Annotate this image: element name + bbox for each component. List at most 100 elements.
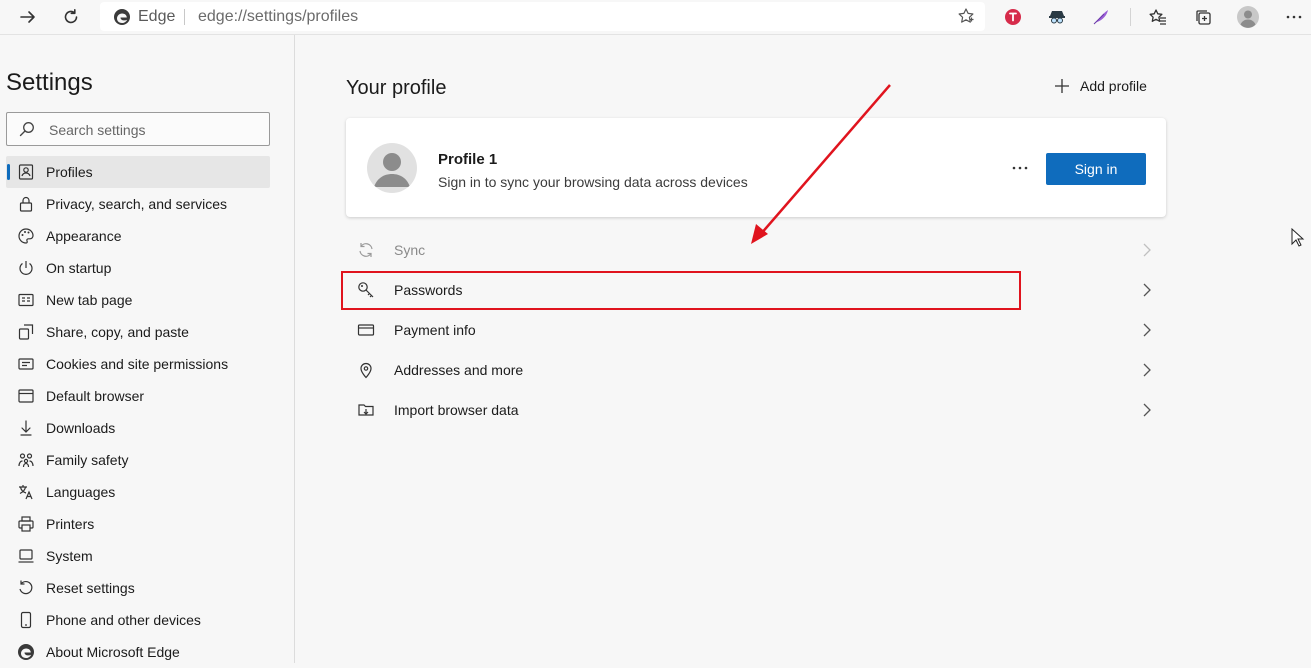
sidebar-item-reset-settings[interactable]: Reset settings bbox=[6, 572, 270, 604]
profile-more-button[interactable] bbox=[1008, 156, 1032, 180]
search-settings-input[interactable] bbox=[47, 119, 261, 141]
page-title: Your profile bbox=[346, 77, 447, 99]
row-import-browser-data[interactable]: Import browser data bbox=[346, 390, 1166, 430]
favorite-star-icon[interactable] bbox=[957, 7, 975, 25]
profile-settings-list: Sync Passwords Payment info Addresses an… bbox=[346, 230, 1166, 430]
avatar bbox=[367, 143, 417, 193]
sidebar-item-share-copy-paste[interactable]: Share, copy, and paste bbox=[6, 316, 270, 348]
chevron-right-icon bbox=[1143, 363, 1151, 377]
row-label: Addresses and more bbox=[394, 362, 524, 378]
more-horizontal-icon bbox=[1286, 15, 1302, 19]
sidebar-item-default-browser[interactable]: Default browser bbox=[6, 380, 270, 412]
extension-feather-button[interactable] bbox=[1087, 4, 1115, 30]
sidebar-item-profiles[interactable]: Profiles bbox=[6, 156, 270, 188]
location-pin-icon bbox=[360, 362, 372, 379]
sidebar-item-cookies[interactable]: Cookies and site permissions bbox=[6, 348, 270, 380]
cookies-icon bbox=[18, 358, 34, 370]
favorites-button[interactable] bbox=[1144, 4, 1172, 30]
chevron-right-icon bbox=[1143, 243, 1151, 257]
sidebar-item-label: Profiles bbox=[46, 164, 93, 180]
sidebar-item-label: Privacy, search, and services bbox=[46, 196, 228, 212]
row-addresses[interactable]: Addresses and more bbox=[346, 350, 1166, 390]
profile-button[interactable] bbox=[1234, 4, 1262, 30]
profile-subtitle: Sign in to sync your browsing data acros… bbox=[438, 174, 748, 190]
chevron-right-icon bbox=[1143, 403, 1151, 417]
phone-icon bbox=[20, 611, 32, 629]
address-url: edge://settings/profiles bbox=[198, 8, 359, 25]
sidebar-item-label: Phone and other devices bbox=[46, 612, 201, 628]
favorites-icon bbox=[1149, 9, 1166, 25]
sidebar-item-label: Family safety bbox=[46, 452, 129, 468]
sidebar-item-label: Appearance bbox=[46, 228, 122, 244]
address-app-name: Edge bbox=[138, 8, 176, 25]
sidebar-item-label: Share, copy, and paste bbox=[46, 324, 189, 340]
add-profile-label: Add profile bbox=[1080, 78, 1147, 94]
collections-icon bbox=[1196, 10, 1211, 25]
sidebar-item-label: Cookies and site permissions bbox=[46, 356, 229, 372]
sidebar-item-downloads[interactable]: Downloads bbox=[6, 412, 270, 444]
row-label: Sync bbox=[394, 242, 426, 258]
lock-icon bbox=[19, 196, 33, 212]
passwords-highlight-box bbox=[341, 271, 1021, 310]
system-icon bbox=[18, 549, 34, 563]
chevron-right-icon bbox=[1143, 283, 1151, 297]
sidebar-item-label: Default browser bbox=[46, 388, 145, 404]
sign-in-button[interactable]: Sign in bbox=[1046, 153, 1146, 185]
arrow-right-icon bbox=[20, 11, 35, 23]
plus-icon bbox=[1055, 79, 1069, 93]
sidebar-item-about-edge[interactable]: About Microsoft Edge bbox=[6, 636, 270, 668]
new-tab-icon bbox=[18, 293, 34, 307]
sidebar-item-system[interactable]: System bbox=[6, 540, 270, 572]
main-content: Your profile Add profile Profile 1 Sign … bbox=[296, 35, 1311, 663]
edge-icon bbox=[18, 644, 34, 660]
extension-red-icon bbox=[1005, 9, 1021, 25]
sidebar-item-phone-devices[interactable]: Phone and other devices bbox=[6, 604, 270, 636]
add-profile-button[interactable]: Add profile bbox=[1054, 76, 1147, 96]
sidebar-item-on-startup[interactable]: On startup bbox=[6, 252, 270, 284]
collections-button[interactable] bbox=[1189, 4, 1217, 30]
settings-nav: Profiles Privacy, search, and services A… bbox=[6, 156, 270, 668]
sidebar-item-label: About Microsoft Edge bbox=[46, 644, 180, 660]
feather-icon bbox=[1093, 10, 1108, 25]
browser-icon bbox=[18, 389, 34, 403]
sidebar-item-languages[interactable]: Languages bbox=[6, 476, 270, 508]
search-icon bbox=[19, 122, 34, 137]
sidebar-item-label: Reset settings bbox=[46, 580, 135, 596]
mouse-cursor-icon bbox=[1291, 228, 1305, 247]
profile-card: Profile 1 Sign in to sync your browsing … bbox=[346, 118, 1166, 217]
search-settings-box[interactable] bbox=[6, 112, 270, 146]
sidebar-item-label: System bbox=[46, 548, 93, 564]
palette-icon bbox=[18, 228, 34, 244]
sidebar-item-family-safety[interactable]: Family safety bbox=[6, 444, 270, 476]
sidebar-item-appearance[interactable]: Appearance bbox=[6, 220, 270, 252]
extension-red-button[interactable] bbox=[999, 4, 1027, 30]
forward-button[interactable] bbox=[14, 4, 42, 30]
settings-more-button[interactable] bbox=[1280, 4, 1308, 30]
row-label: Import browser data bbox=[394, 402, 519, 418]
chevron-right-icon bbox=[1143, 323, 1151, 337]
row-sync[interactable]: Sync bbox=[346, 230, 1166, 270]
family-icon bbox=[18, 453, 34, 468]
user-avatar-icon bbox=[374, 153, 410, 187]
download-icon bbox=[20, 420, 32, 436]
sidebar-item-privacy[interactable]: Privacy, search, and services bbox=[6, 188, 270, 220]
sidebar-item-label: Downloads bbox=[46, 420, 116, 436]
extension-spy-button[interactable] bbox=[1043, 4, 1071, 30]
address-bar[interactable]: Edge edge://settings/profiles bbox=[100, 2, 985, 31]
sidebar-item-label: On startup bbox=[46, 260, 112, 276]
sidebar-item-label: Printers bbox=[46, 516, 95, 532]
row-payment-info[interactable]: Payment info bbox=[346, 310, 1166, 350]
sidebar-item-printers[interactable]: Printers bbox=[6, 508, 270, 540]
row-label: Payment info bbox=[394, 322, 476, 338]
sidebar-item-label: Languages bbox=[46, 484, 116, 500]
reset-icon bbox=[19, 580, 33, 595]
address-separator bbox=[184, 9, 185, 25]
share-icon bbox=[18, 324, 34, 340]
user-avatar-icon bbox=[1237, 6, 1259, 28]
profile-name: Profile 1 bbox=[438, 151, 498, 168]
sidebar-item-new-tab-page[interactable]: New tab page bbox=[6, 284, 270, 316]
browser-toolbar: Edge edge://settings/profiles bbox=[0, 0, 1311, 35]
more-horizontal-icon bbox=[1012, 166, 1028, 170]
settings-sidebar: Settings Profiles Privacy, search, and s… bbox=[0, 35, 295, 663]
refresh-button[interactable] bbox=[57, 4, 85, 30]
